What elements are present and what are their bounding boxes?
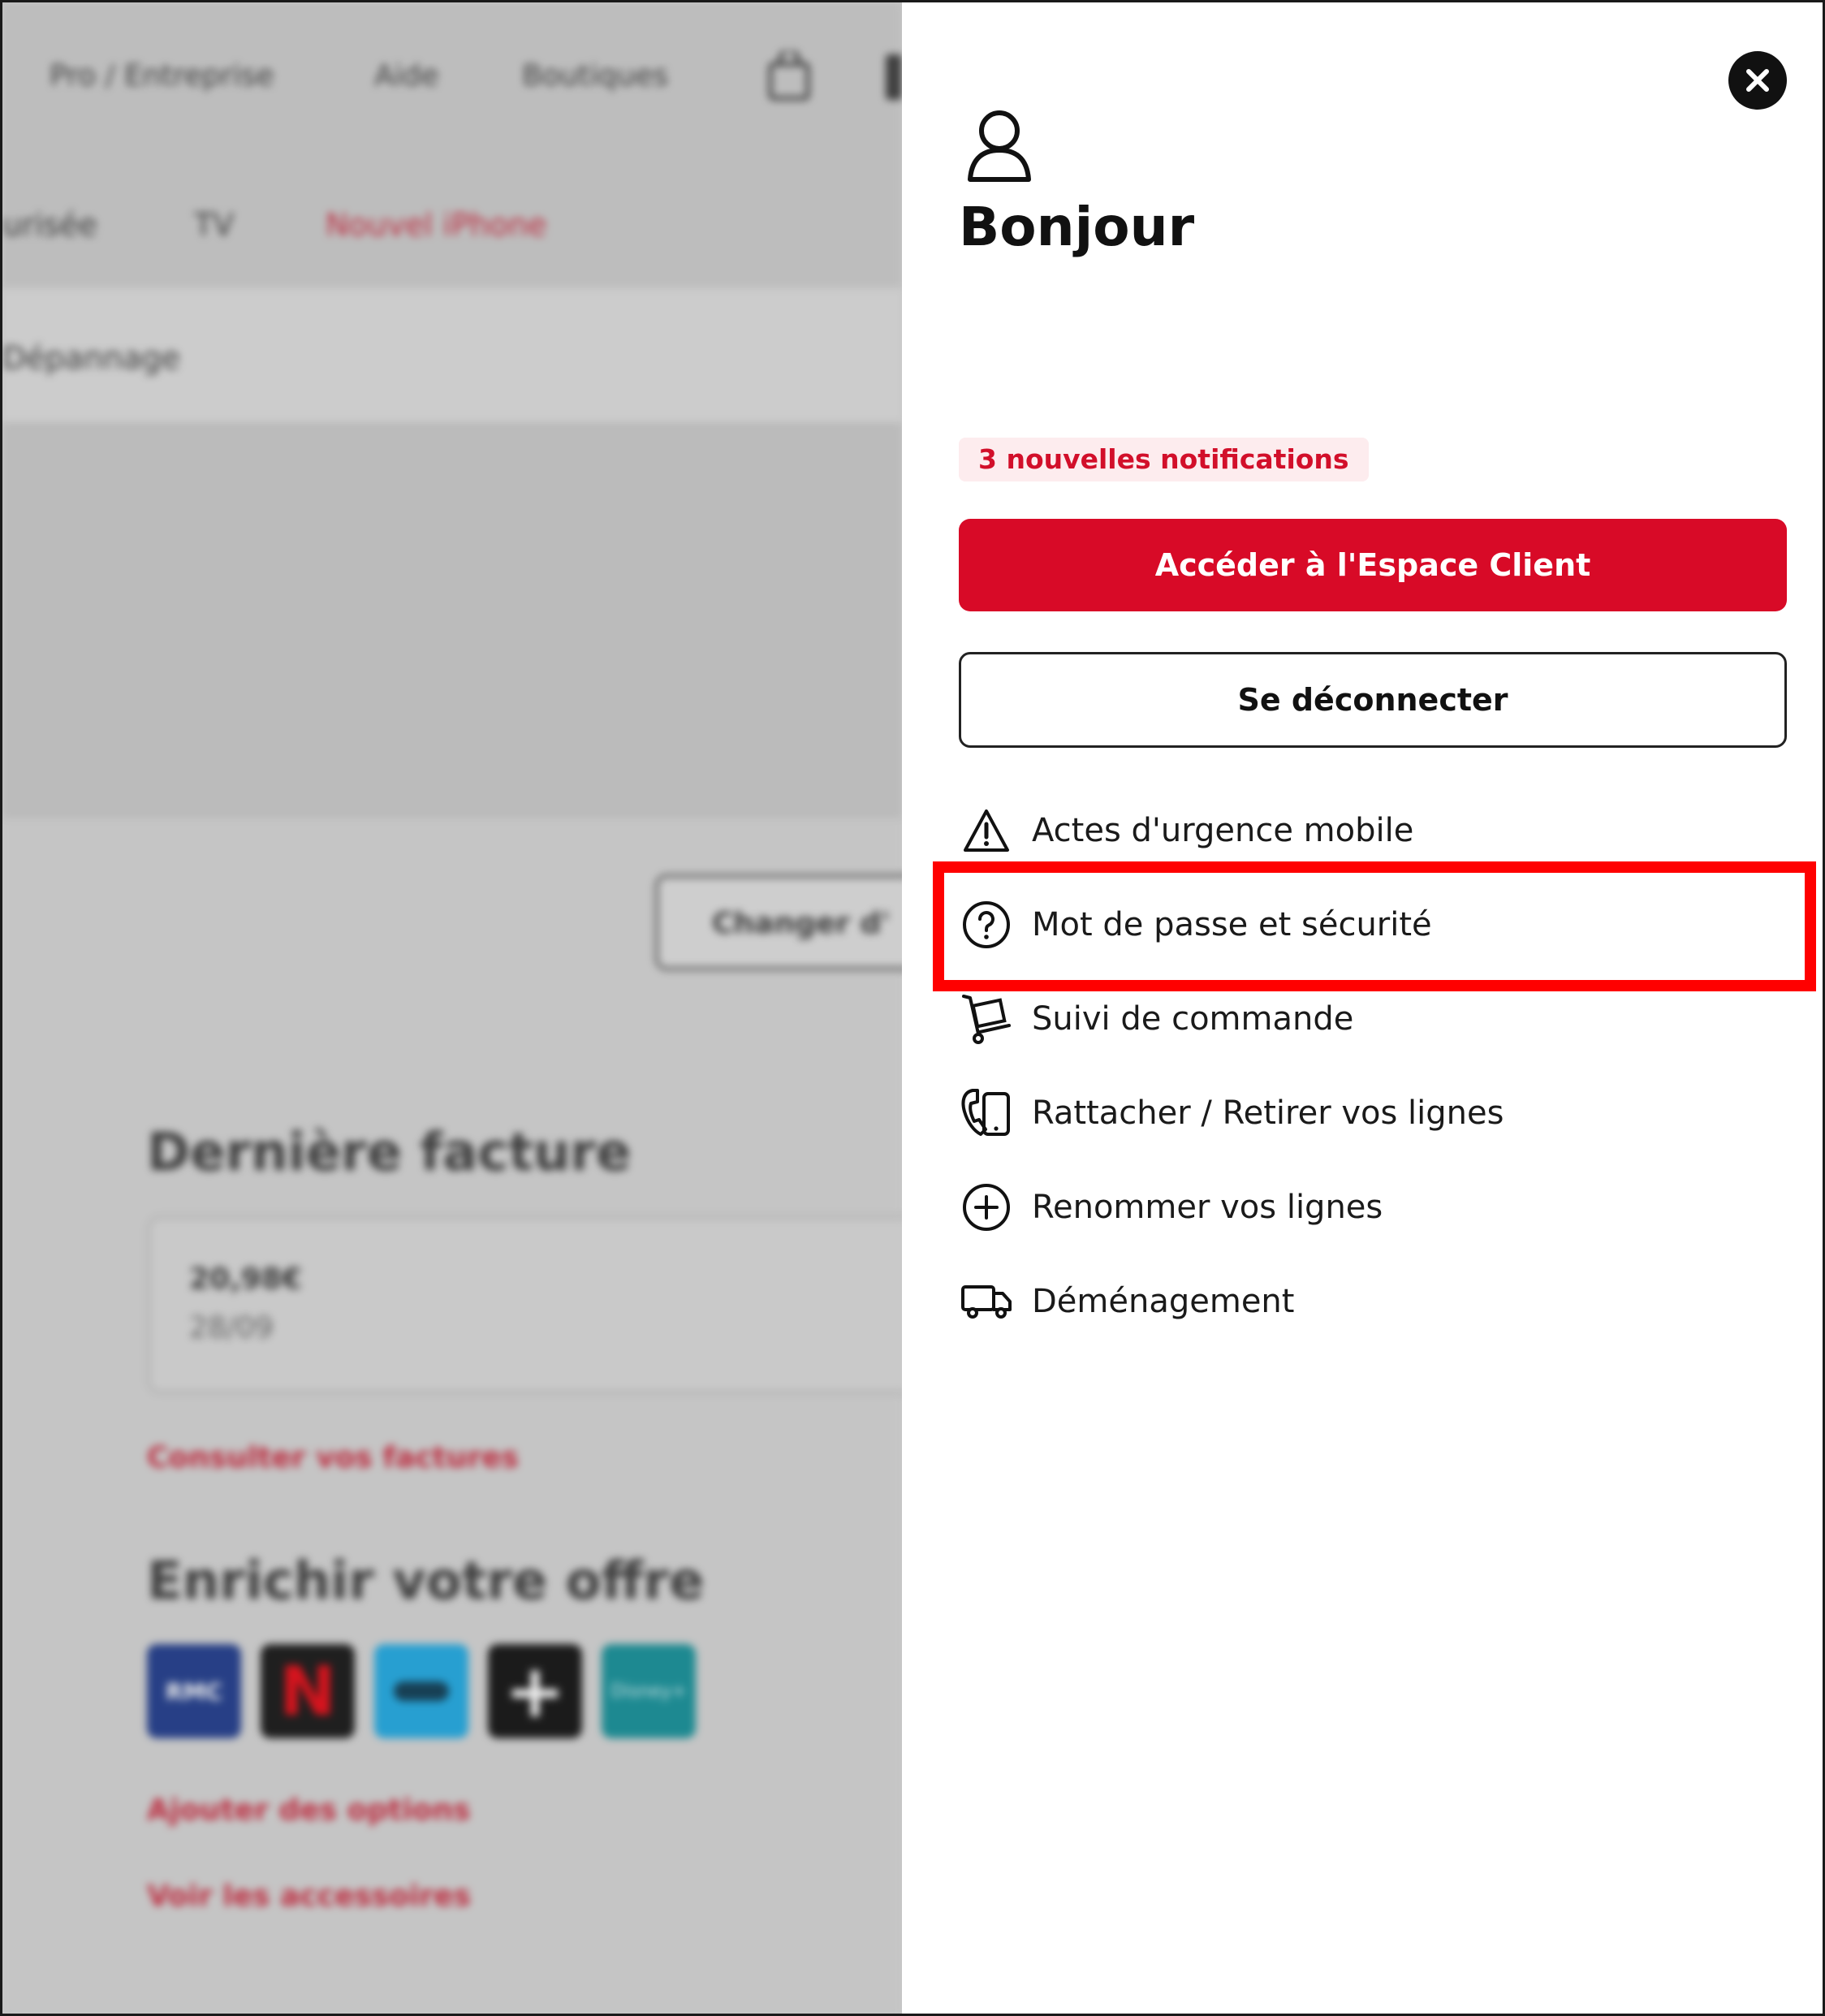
user-avatar-icon [965,106,1033,188]
menu-item-label: Actes d'urgence mobile [1032,812,1414,849]
greeting-title: Bonjour [959,196,1195,258]
menu-item-rename-lines[interactable]: Renommer vos lignes [959,1175,1771,1240]
menu-item-moving[interactable]: Déménagement [959,1269,1771,1334]
customer-area-button[interactable]: Accéder à l'Espace Client [959,519,1787,611]
hand-truck-icon [959,991,1014,1047]
close-icon [1746,69,1769,92]
menu-item-order-tracking[interactable]: Suivi de commande [959,986,1771,1051]
moving-truck-icon [959,1274,1014,1329]
menu-item-label: Renommer vos lignes [1032,1189,1383,1226]
warning-triangle-icon [959,803,1014,858]
menu-item-emergency[interactable]: Actes d'urgence mobile [959,798,1771,863]
menu-item-password-security[interactable]: Mot de passe et sécurité [959,892,1771,957]
phone-handset-icon [959,1086,1014,1141]
close-button[interactable] [1728,51,1787,110]
question-circle-icon [959,897,1014,952]
screenshot-frame: Pro / Entreprise Aide Boutiques urisée T… [0,0,1825,2016]
menu-item-label: Mot de passe et sécurité [1032,906,1432,943]
plus-circle-icon [959,1180,1014,1235]
menu-item-lines[interactable]: Rattacher / Retirer vos lignes [959,1081,1771,1146]
menu-item-label: Rattacher / Retirer vos lignes [1032,1094,1504,1132]
menu-item-label: Suivi de commande [1032,1000,1354,1038]
notifications-badge[interactable]: 3 nouvelles notifications [959,438,1369,481]
modal-overlay[interactable] [2,2,902,2014]
menu-item-label: Déménagement [1032,1283,1295,1320]
background-page: Pro / Entreprise Aide Boutiques urisée T… [2,2,902,2014]
logout-button[interactable]: Se déconnecter [959,652,1787,748]
